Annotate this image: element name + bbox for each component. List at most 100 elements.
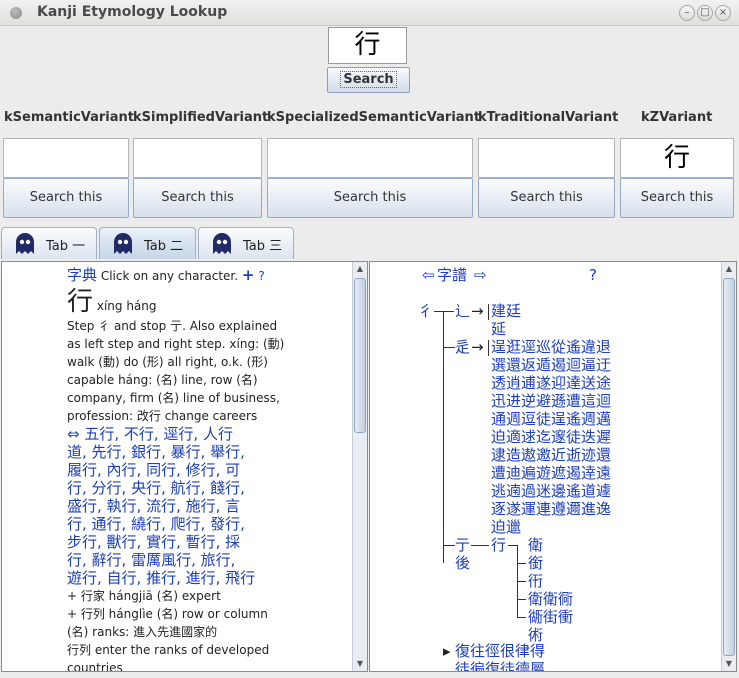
entry-line[interactable]: + 行家 hángjiā (名) expert — [67, 587, 352, 605]
ghost-tab-icon — [114, 233, 132, 254]
entry-line: 行列 enter the ranks of developed — [67, 643, 270, 657]
compound-list[interactable]: 行, 通行, 繞行, 爬行, 發行, — [67, 515, 352, 533]
scroll-up-icon[interactable]: ▲ — [353, 262, 367, 276]
tree-node[interactable]: ⻌ — [455, 302, 470, 320]
tree-node[interactable]: 逐遂運連遵邇進逸 — [491, 500, 611, 518]
search-specialized-button[interactable]: Search this — [267, 178, 473, 218]
tab-2-label: Tab 二 — [144, 239, 184, 254]
tree-root[interactable]: 彳 — [418, 302, 433, 320]
tree-node[interactable]: 逞逛逕巡從遙違退 — [491, 338, 611, 356]
semantic-variant-field[interactable] — [3, 138, 129, 178]
tree-node[interactable]: 延 — [491, 320, 506, 338]
variant-label-semantic: kSemanticVariant — [4, 110, 135, 125]
variant-label-z: kZVariant — [641, 110, 713, 125]
tree-node[interactable]: 辵 — [455, 338, 470, 356]
variant-label-simplified: kSimplifiedVariant — [133, 110, 269, 125]
title-bar: Kanji Etymology Lookup – □ × — [0, 0, 739, 26]
definition-line: capable háng: (名) line, row (名) — [67, 373, 258, 387]
scroll-down-icon[interactable]: ▼ — [353, 657, 367, 671]
tree-node[interactable]: 復往徑很律得 — [455, 642, 545, 660]
genealogy-pane: ⇦ 字譜 ⇨ ? 彳 ⻌ → 建廷 延 辵 → 逞逛逕巡從遙違退 選還返遁遏迴逼… — [369, 261, 737, 672]
entry-line: (名) ranks: 進入先進國家的 — [67, 625, 218, 639]
help-icon[interactable]: ? — [589, 266, 597, 284]
definition-line: profession: 改行 change careers — [67, 409, 258, 423]
tree-node[interactable]: 衎 — [528, 572, 543, 590]
tab-3-label: Tab 三 — [243, 239, 283, 254]
tree-node[interactable]: 選還返遁遏迴逼迂 — [491, 356, 611, 374]
tree-node[interactable]: 迫適逑迄邃徒迭遲 — [491, 428, 611, 446]
variant-label-specialized: kSpecializedSemanticVariant — [267, 110, 481, 125]
window-title: Kanji Etymology Lookup — [37, 4, 228, 20]
specialized-variant-field[interactable] — [267, 138, 473, 178]
dictionary-content: 字典 Click on any character. + ? 行 xíng há… — [67, 266, 352, 672]
ghost-tab-icon — [16, 233, 34, 254]
window-menu-icon[interactable] — [10, 7, 22, 19]
tab-1[interactable]: Tab 一 — [1, 227, 97, 259]
dictionary-pane: 字典 Click on any character. + ? 行 xíng há… — [1, 261, 368, 672]
tab-2[interactable]: Tab 二 — [99, 227, 196, 259]
headword: 行 — [67, 287, 94, 317]
tree-node[interactable]: 徒徧復徒德屬 — [455, 660, 545, 671]
tree-node[interactable]: 後 — [455, 554, 470, 572]
dictionary-icon: 字典 — [67, 266, 98, 284]
tab-3[interactable]: Tab 三 — [198, 227, 294, 259]
genealogy-icon: 字譜 — [437, 266, 468, 284]
tree-node[interactable]: 建廷 — [491, 302, 521, 320]
tree-node[interactable]: 衛衛衕 — [528, 590, 573, 608]
entry-line[interactable]: + 行列 hánglìe (名) row or column — [67, 605, 352, 623]
scroll-down-icon[interactable]: ▼ — [722, 657, 736, 671]
tree-node[interactable]: 迫邋 — [491, 518, 521, 536]
z-variant-field[interactable]: 行 — [620, 138, 734, 178]
reading: xíng háng — [96, 299, 157, 313]
compound-list[interactable]: 遊行, 自行, 推行, 進行, 飛行 — [67, 569, 352, 587]
variant-label-traditional: kTraditionalVariant — [478, 110, 619, 125]
dictionary-scrollbar[interactable]: ▲ ▼ — [352, 262, 367, 671]
traditional-variant-field[interactable] — [478, 138, 615, 178]
tree-node[interactable]: 亍 — [455, 536, 470, 554]
search-button-label: Search — [340, 71, 397, 88]
add-icon[interactable]: + — [242, 266, 255, 284]
compound-list[interactable]: 行, 辭行, 雷厲風行, 旅行, — [67, 551, 352, 569]
scroll-thumb[interactable] — [354, 278, 366, 433]
back-arrow-icon[interactable]: ⇦ — [422, 266, 435, 284]
tree-node[interactable]: 逃遖過迷邊遙道遽 — [491, 482, 611, 500]
search-simplified-button[interactable]: Search this — [133, 178, 262, 218]
tree-node[interactable]: 衛 — [528, 536, 543, 554]
definition-line: company, firm (名) line of business, — [67, 391, 280, 405]
close-icon[interactable]: × — [715, 5, 731, 21]
definition-line: walk (動) do (形) all right, o.k. (形) — [67, 355, 268, 369]
maximize-icon[interactable]: □ — [697, 5, 713, 21]
minimize-icon[interactable]: – — [679, 5, 695, 21]
simplified-variant-field[interactable] — [133, 138, 262, 178]
definition-line: as left step and right step. xíng: (動) — [67, 337, 285, 351]
search-z-button[interactable]: Search this — [620, 178, 734, 218]
tree-node[interactable]: 逮造遨邀近逝迹還 — [491, 446, 611, 464]
compound-list[interactable]: ⇔ 五行, 不行, 逕行, 人行 — [67, 425, 352, 443]
tree-node[interactable]: 行 — [491, 536, 506, 554]
tree-node[interactable]: 通週逗徒逞遙週邁 — [491, 410, 611, 428]
compound-list[interactable]: 道, 先行, 銀行, 暴行, 舉行, — [67, 443, 352, 461]
genealogy-scrollbar[interactable]: ▲ ▼ — [721, 262, 736, 671]
compound-list[interactable]: 盛行, 執行, 流行, 施行, 言 — [67, 497, 352, 515]
compound-list[interactable]: 履行, 內行, 同行, 修行, 可 — [67, 461, 352, 479]
tree-node[interactable]: 迅进逆避遜遭這迴 — [491, 392, 611, 410]
ghost-tab-icon — [213, 233, 231, 254]
definition-line: Step 彳 and stop 亍. Also explained — [67, 319, 278, 333]
scroll-up-icon[interactable]: ▲ — [722, 262, 736, 276]
scroll-thumb[interactable] — [723, 278, 735, 656]
character-input[interactable]: 行 — [328, 27, 407, 64]
compound-list[interactable]: 步行, 獸行, 實行, 暫行, 採 — [67, 533, 352, 551]
forward-arrow-icon[interactable]: ⇨ — [474, 266, 487, 284]
compound-list[interactable]: 行, 分行, 央行, 航行, 餞行, — [67, 479, 352, 497]
tree-node[interactable]: 銜 — [528, 554, 543, 572]
tree-node[interactable]: 衚街衝 — [528, 608, 573, 626]
genealogy-tree: ⇦ 字譜 ⇨ ? 彳 ⻌ → 建廷 延 辵 → 逞逛逕巡從遙違退 選還返遁遏迴逼… — [370, 262, 720, 671]
tree-node[interactable]: 遭迪遍遊遮遏逹遠 — [491, 464, 611, 482]
tree-node[interactable]: 透逍逋遂迎達送途 — [491, 374, 611, 392]
tab-1-label: Tab 一 — [46, 239, 86, 254]
search-traditional-button[interactable]: Search this — [478, 178, 615, 218]
help-icon[interactable]: ? — [258, 269, 264, 283]
entry-line: countries — [67, 661, 123, 672]
search-button[interactable]: Search — [327, 67, 410, 93]
search-semantic-button[interactable]: Search this — [3, 178, 129, 218]
